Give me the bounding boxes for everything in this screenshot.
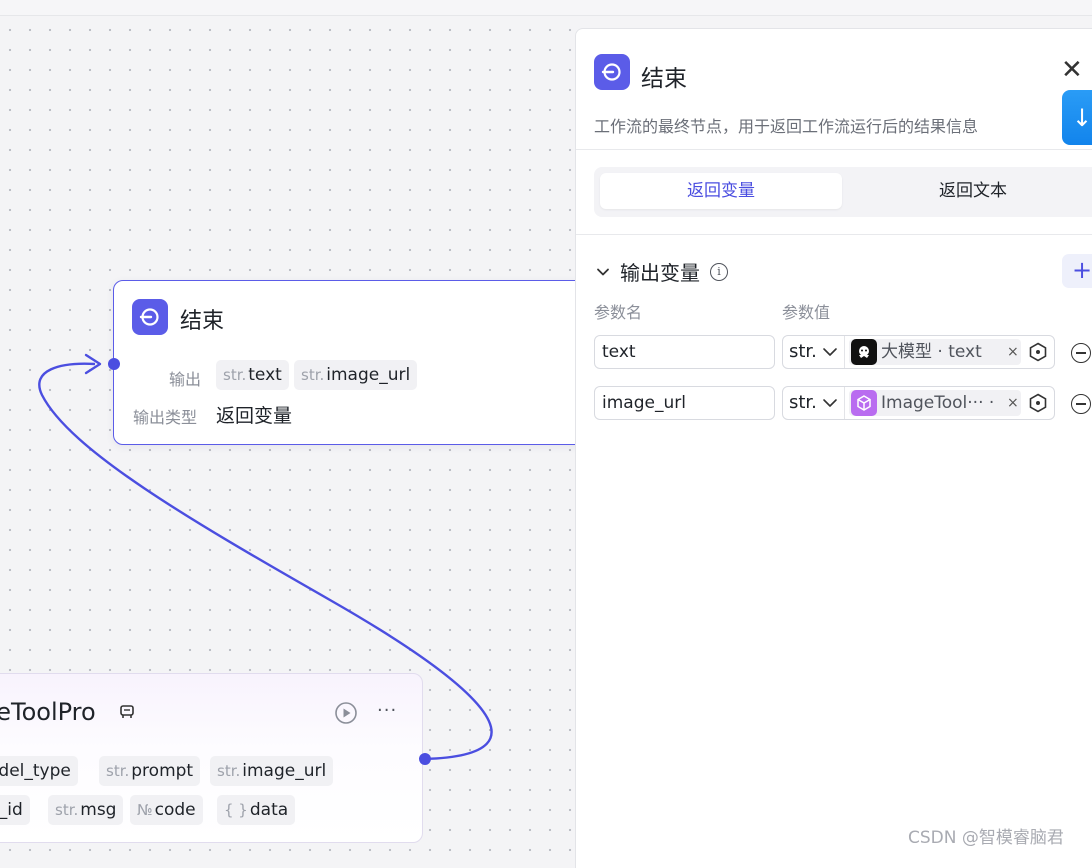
output-chip-image-url: str. image_url <box>294 360 418 390</box>
variable-reference-tag: 大模型 · text × <box>849 339 1021 365</box>
reference-text: 大模型 · text <box>881 342 982 362</box>
panel-node-icon <box>594 54 630 90</box>
section-title: 输出变量 <box>620 261 700 285</box>
top-bar <box>0 0 1092 16</box>
type-select[interactable]: str. <box>789 336 817 368</box>
output-chip-code: № code <box>130 795 203 825</box>
chevron-down-icon[interactable] <box>820 393 840 413</box>
remove-param-icon[interactable] <box>1071 394 1091 414</box>
end-node-icon <box>132 299 168 335</box>
arrow-down-icon: ↓ <box>1071 103 1092 132</box>
param-value-field[interactable]: str. 大模型 · text × <box>782 335 1055 369</box>
divider <box>576 149 1092 150</box>
variable-reference-tag: ImageTool··· · × <box>849 390 1021 416</box>
output-chip-text: str. text <box>216 360 289 390</box>
type-select[interactable]: str. <box>789 387 817 419</box>
output-chip-msg: str. msg <box>48 795 124 825</box>
output-chip-data: { } data <box>217 795 296 825</box>
tab-return-variables[interactable]: 返回变量 <box>600 173 842 209</box>
output-type-label: 输出类型 <box>133 408 198 427</box>
variable-picker-icon[interactable] <box>1028 393 1048 413</box>
input-chip-image-url: str. image_url <box>210 756 334 786</box>
remove-reference-icon[interactable]: × <box>1007 390 1019 416</box>
variable-picker-icon[interactable] <box>1028 342 1048 362</box>
param-value-field[interactable]: str. ImageTool··· · × <box>782 386 1055 420</box>
divider <box>576 234 1092 235</box>
remove-reference-icon[interactable]: × <box>1007 339 1019 365</box>
llm-icon <box>851 339 877 365</box>
panel-title: 结束 <box>641 66 687 92</box>
close-icon[interactable]: ✕ <box>1061 57 1083 83</box>
node-settings-panel: 结束 ✕ 工作流的最终节点，用于返回工作流运行后的结果信息 ↓ 返回变量 返回文… <box>575 28 1092 868</box>
cube-icon <box>851 390 877 416</box>
tab-group: 返回变量 返回文本 <box>594 167 1092 217</box>
tab-return-text[interactable]: 返回文本 <box>852 173 1092 209</box>
output-type-value: 返回变量 <box>216 405 293 427</box>
input-chip-model-type: odel_type <box>0 756 78 786</box>
output-chip-id: g_id <box>0 795 30 825</box>
input-chip-prompt: str. prompt <box>99 756 201 786</box>
end-node-input-handle[interactable] <box>108 358 120 370</box>
download-button[interactable]: ↓ <box>1062 90 1092 145</box>
chevron-down-icon[interactable] <box>596 265 610 279</box>
reference-text: ImageTool··· · <box>881 393 995 413</box>
tool-node-output-handle[interactable] <box>419 753 431 765</box>
plugin-icon <box>120 705 134 718</box>
remove-param-icon[interactable] <box>1071 343 1091 363</box>
tool-node-title: geToolPro <box>0 698 96 726</box>
panel-description: 工作流的最终节点，用于返回工作流运行后的结果信息 <box>594 117 979 136</box>
more-icon[interactable]: ··· <box>377 700 397 721</box>
info-icon[interactable]: i <box>710 262 728 281</box>
add-variable-button[interactable]: + <box>1062 254 1092 288</box>
run-icon[interactable] <box>334 701 358 725</box>
param-name-header: 参数名 <box>594 303 643 322</box>
output-label: 输出 <box>169 370 202 389</box>
image-tool-node[interactable]: geToolPro ··· odel_type str.prompt str.i… <box>0 673 423 843</box>
end-node-title: 结束 <box>180 309 225 334</box>
watermark: CSDN @智模睿脑君 <box>908 828 1064 848</box>
chevron-down-icon[interactable] <box>820 342 840 362</box>
output-variables-section[interactable]: 输出变量 i <box>596 257 728 286</box>
param-name-input[interactable]: text <box>594 335 775 369</box>
param-value-header: 参数值 <box>782 303 831 322</box>
param-name-input[interactable]: image_url <box>594 386 775 420</box>
end-node[interactable]: 结束 输出 str. text str. image_url 输出类型 返回变量 <box>113 280 593 445</box>
